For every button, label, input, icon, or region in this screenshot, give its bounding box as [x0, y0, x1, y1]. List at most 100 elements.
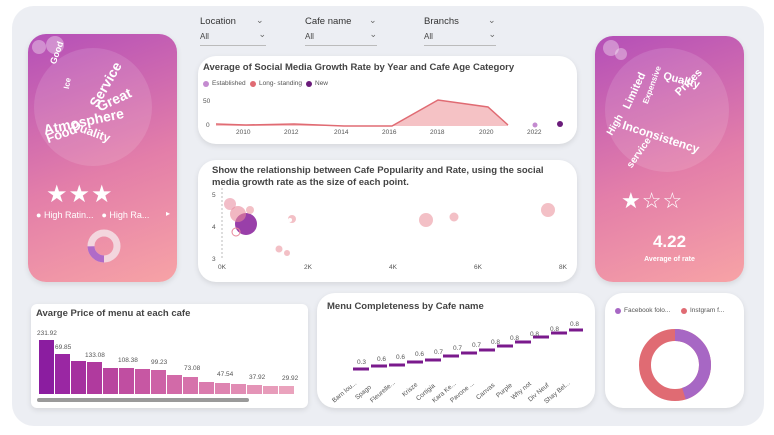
bar[interactable]	[119, 368, 134, 394]
scatter-point[interactable]	[288, 218, 292, 222]
rating-stars: ★★★	[46, 181, 114, 208]
legend-item: ● High Ra...	[101, 210, 150, 220]
chevron-down-icon: ⌄	[258, 29, 266, 39]
bar[interactable]	[135, 369, 150, 394]
bar[interactable]	[183, 377, 198, 394]
rating-legend: ● High Ratin... ● High Ra...	[36, 210, 149, 220]
bar-value-label: 73.08	[184, 365, 201, 372]
bar[interactable]	[55, 354, 70, 394]
bar-value-label: 108.38	[118, 357, 138, 364]
popularity-rate-scatter-chart: Show the relationship between Cafe Popul…	[198, 160, 577, 282]
filter-cafe-name-value: All	[305, 32, 314, 41]
filter-location-select[interactable]: All ⌄	[200, 29, 266, 46]
x-tick: 2014	[334, 129, 349, 136]
bar[interactable]	[199, 382, 214, 394]
step-value-label: 0.3	[357, 359, 367, 366]
horizontal-scrollbar[interactable]	[37, 398, 249, 402]
step-value-label: 0.7	[453, 345, 463, 352]
scatter-point[interactable]	[419, 213, 433, 227]
scatter-plot	[221, 188, 555, 260]
filter-branchs-select[interactable]: All ⌄	[424, 29, 496, 46]
step-value-label: 0.6	[377, 356, 387, 363]
step-value-label: 0.6	[415, 351, 425, 358]
word-cloud-bg	[34, 48, 152, 166]
rating-donut	[87, 229, 121, 263]
followers-donut-chart: Facebook folo... Instgram f...	[605, 293, 744, 408]
bar-value-label: 133.08	[85, 352, 105, 359]
scatter-point[interactable]	[224, 198, 236, 210]
x-tick: 2016	[382, 129, 397, 136]
bar[interactable]	[167, 375, 182, 394]
legend-label: Facebook folo...	[624, 307, 671, 314]
legend-item[interactable]: Facebook folo...	[615, 307, 670, 314]
step-value-label: 0.8	[570, 321, 580, 328]
filter-location-value: All	[200, 32, 209, 41]
x-tick: 4K	[389, 264, 397, 271]
positive-reviews-card: Good Service Great Atmosphere Quality Fo…	[28, 34, 177, 282]
bar[interactable]	[103, 368, 118, 394]
x-tick: 2010	[236, 129, 251, 136]
scatter-point[interactable]	[275, 245, 283, 253]
average-rate-value: 4.22	[652, 232, 687, 251]
chevron-down-icon: ⌄	[369, 29, 377, 39]
x-tick: 0K	[218, 264, 226, 271]
x-tick: 2018	[430, 129, 445, 136]
step-value-label: 0.8	[550, 326, 560, 333]
scatter-point[interactable]	[449, 212, 459, 222]
decor-circle	[32, 40, 46, 54]
step-value-label: 0.8	[530, 331, 540, 338]
bar[interactable]	[151, 370, 166, 394]
growth-rate-line-chart: Average of Social Media Growth Rate by Y…	[198, 56, 577, 144]
scatter-point[interactable]	[284, 250, 290, 256]
bar-value-label: 47.54	[217, 371, 234, 378]
bar[interactable]	[263, 386, 278, 394]
filter-branchs[interactable]: Branchs ⌄ All ⌄	[424, 15, 496, 46]
legend-swatch	[681, 307, 687, 314]
legend-item[interactable]: Instgram f...	[681, 307, 724, 314]
x-tick: 2022	[527, 129, 542, 136]
bar[interactable]	[279, 386, 294, 394]
legend-item: ● High Ratin...	[36, 210, 94, 220]
rating-stars: ★☆☆	[621, 188, 684, 213]
step-value-label: 0.8	[491, 339, 501, 346]
bar[interactable]	[215, 383, 230, 394]
chevron-down-icon[interactable]: ⌄	[369, 15, 377, 26]
bar-value-label: 37.92	[249, 374, 266, 381]
bar[interactable]	[231, 384, 246, 394]
menu-price-bar-chart: Avarge Price of menu at each cafe 231.92…	[31, 304, 308, 408]
bar-value-label: 29.92	[282, 375, 299, 382]
x-tick: 2020	[479, 129, 494, 136]
bar-value-label: 99.23	[151, 359, 168, 366]
bar[interactable]	[87, 362, 102, 394]
filter-location[interactable]: Location ⌄ All ⌄	[200, 15, 266, 46]
filter-branchs-value: All	[424, 32, 433, 41]
bar-value-label: 231.92	[37, 330, 57, 337]
point-established	[532, 122, 538, 128]
bar-value-label: 69.85	[55, 344, 72, 351]
chevron-down-icon[interactable]: ⌄	[256, 15, 266, 26]
word-cloud-bg	[605, 48, 729, 172]
decor-circle	[615, 48, 627, 60]
step-value-label: 0.7	[434, 349, 444, 356]
step-value-label: 0.7	[472, 342, 482, 349]
legend-label: Instgram f...	[690, 307, 725, 314]
legend-swatch	[615, 307, 621, 314]
scatter-point[interactable]	[246, 206, 254, 214]
x-tick: 2012	[284, 129, 299, 136]
filter-cafe-name-select[interactable]: All ⌄	[305, 29, 377, 46]
legend-next-icon[interactable]: ▸	[166, 209, 170, 218]
average-rate-label: Average of rate	[644, 256, 695, 263]
chevron-down-icon[interactable]: ⌄	[488, 15, 496, 26]
chevron-down-icon: ⌄	[488, 29, 496, 39]
point-new	[557, 121, 563, 127]
bar[interactable]	[39, 340, 54, 394]
scatter-point[interactable]	[541, 203, 555, 217]
donut-plot	[639, 329, 711, 401]
bar-plot	[37, 340, 294, 402]
bar[interactable]	[71, 361, 86, 394]
x-tick: 2K	[304, 264, 312, 271]
filter-cafe-name-label: Cafe name	[305, 16, 352, 27]
bar[interactable]	[247, 385, 262, 394]
filter-cafe-name[interactable]: Cafe name ⌄ All ⌄	[305, 15, 377, 46]
filter-branchs-label: Branchs	[424, 16, 459, 27]
